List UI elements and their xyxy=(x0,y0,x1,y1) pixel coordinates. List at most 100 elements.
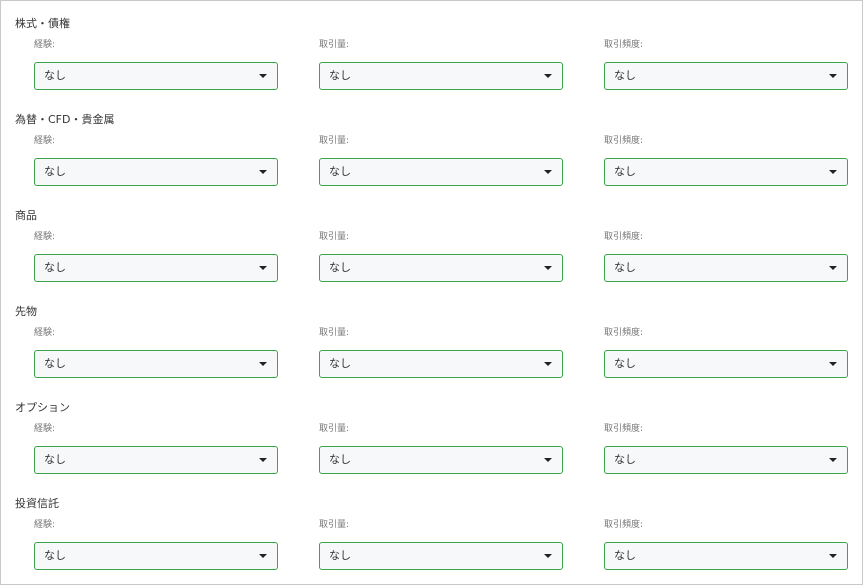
volume-select-value: なし xyxy=(329,549,351,562)
volume-field: 取引量: なし xyxy=(319,327,563,378)
frequency-label: 取引頻度: xyxy=(604,328,644,338)
frequency-select-value: なし xyxy=(614,453,636,466)
chevron-down-icon xyxy=(259,74,267,78)
chevron-down-icon xyxy=(259,458,267,462)
frequency-select[interactable]: なし xyxy=(604,542,848,570)
section-title: 株式・債権 xyxy=(15,17,70,30)
chevron-down-icon xyxy=(544,554,552,558)
section-stocks-bonds: 株式・債権 経験: なし 取引量: なし 取引頻度: なし xyxy=(1,1,863,97)
frequency-field: 取引頻度: なし xyxy=(604,423,848,474)
volume-select[interactable]: なし xyxy=(319,446,563,474)
chevron-down-icon xyxy=(259,554,267,558)
section-title: 先物 xyxy=(15,305,37,318)
volume-field: 取引量: なし xyxy=(319,423,563,474)
volume-select-value: なし xyxy=(329,261,351,274)
section-title: 投資信託 xyxy=(15,497,59,510)
frequency-select[interactable]: なし xyxy=(604,62,848,90)
frequency-select-value: なし xyxy=(614,549,636,562)
volume-select[interactable]: なし xyxy=(319,158,563,186)
frequency-select[interactable]: なし xyxy=(604,350,848,378)
experience-select-value: なし xyxy=(44,549,66,562)
volume-label: 取引量: xyxy=(319,40,350,50)
experience-field: 経験: なし xyxy=(34,327,278,378)
frequency-select[interactable]: なし xyxy=(604,254,848,282)
chevron-down-icon xyxy=(259,170,267,174)
section-options: オプション 経験: なし 取引量: なし 取引頻度: なし xyxy=(1,385,863,481)
volume-select[interactable]: なし xyxy=(319,254,563,282)
section-fx-cfd-metals: 為替・CFD・貴金属 経験: なし 取引量: なし 取引頻度: なし xyxy=(1,97,863,193)
trading-experience-panel: 株式・債権 経験: なし 取引量: なし 取引頻度: なし 為替・CFD・貴金属 xyxy=(0,0,863,585)
chevron-down-icon xyxy=(829,170,837,174)
experience-select-value: なし xyxy=(44,357,66,370)
frequency-label: 取引頻度: xyxy=(604,424,644,434)
experience-field: 経験: なし xyxy=(34,39,278,90)
chevron-down-icon xyxy=(829,266,837,270)
frequency-label: 取引頻度: xyxy=(604,40,644,50)
experience-select-value: なし xyxy=(44,453,66,466)
volume-field: 取引量: なし xyxy=(319,39,563,90)
frequency-select[interactable]: なし xyxy=(604,158,848,186)
frequency-select[interactable]: なし xyxy=(604,446,848,474)
chevron-down-icon xyxy=(544,458,552,462)
frequency-label: 取引頻度: xyxy=(604,136,644,146)
frequency-field: 取引頻度: なし xyxy=(604,135,848,186)
experience-label: 経験: xyxy=(34,40,56,50)
chevron-down-icon xyxy=(544,74,552,78)
experience-field: 経験: なし xyxy=(34,231,278,282)
frequency-label: 取引頻度: xyxy=(604,520,644,530)
experience-field: 経験: なし xyxy=(34,423,278,474)
volume-field: 取引量: なし xyxy=(319,135,563,186)
experience-select-value: なし xyxy=(44,69,66,82)
chevron-down-icon xyxy=(544,266,552,270)
experience-label: 経験: xyxy=(34,232,56,242)
volume-label: 取引量: xyxy=(319,424,350,434)
frequency-label: 取引頻度: xyxy=(604,232,644,242)
frequency-field: 取引頻度: なし xyxy=(604,327,848,378)
section-futures: 先物 経験: なし 取引量: なし 取引頻度: なし xyxy=(1,289,863,385)
volume-label: 取引量: xyxy=(319,136,350,146)
experience-select-value: なし xyxy=(44,261,66,274)
experience-select-value: なし xyxy=(44,165,66,178)
section-commodities: 商品 経験: なし 取引量: なし 取引頻度: なし xyxy=(1,193,863,289)
experience-select[interactable]: なし xyxy=(34,158,278,186)
experience-select[interactable]: なし xyxy=(34,542,278,570)
volume-select-value: なし xyxy=(329,69,351,82)
experience-label: 経験: xyxy=(34,136,56,146)
frequency-field: 取引頻度: なし xyxy=(604,39,848,90)
frequency-field: 取引頻度: なし xyxy=(604,231,848,282)
experience-field: 経験: なし xyxy=(34,135,278,186)
experience-field: 経験: なし xyxy=(34,519,278,570)
experience-select[interactable]: なし xyxy=(34,350,278,378)
volume-label: 取引量: xyxy=(319,232,350,242)
experience-label: 経験: xyxy=(34,520,56,530)
chevron-down-icon xyxy=(829,458,837,462)
frequency-field: 取引頻度: なし xyxy=(604,519,848,570)
experience-select[interactable]: なし xyxy=(34,446,278,474)
section-investment-trusts: 投資信託 経験: なし 取引量: なし 取引頻度: なし xyxy=(1,481,863,577)
chevron-down-icon xyxy=(829,362,837,366)
frequency-select-value: なし xyxy=(614,165,636,178)
chevron-down-icon xyxy=(829,554,837,558)
section-title: 商品 xyxy=(15,209,37,222)
volume-select[interactable]: なし xyxy=(319,350,563,378)
volume-field: 取引量: なし xyxy=(319,231,563,282)
experience-select[interactable]: なし xyxy=(34,254,278,282)
frequency-select-value: なし xyxy=(614,357,636,370)
experience-select[interactable]: なし xyxy=(34,62,278,90)
volume-select-value: なし xyxy=(329,357,351,370)
frequency-select-value: なし xyxy=(614,261,636,274)
volume-select[interactable]: なし xyxy=(319,542,563,570)
experience-label: 経験: xyxy=(34,328,56,338)
chevron-down-icon xyxy=(259,362,267,366)
volume-label: 取引量: xyxy=(319,328,350,338)
chevron-down-icon xyxy=(829,74,837,78)
section-title: オプション xyxy=(15,401,70,414)
volume-select[interactable]: なし xyxy=(319,62,563,90)
chevron-down-icon xyxy=(544,170,552,174)
volume-field: 取引量: なし xyxy=(319,519,563,570)
experience-label: 経験: xyxy=(34,424,56,434)
chevron-down-icon xyxy=(259,266,267,270)
volume-select-value: なし xyxy=(329,453,351,466)
frequency-select-value: なし xyxy=(614,69,636,82)
chevron-down-icon xyxy=(544,362,552,366)
